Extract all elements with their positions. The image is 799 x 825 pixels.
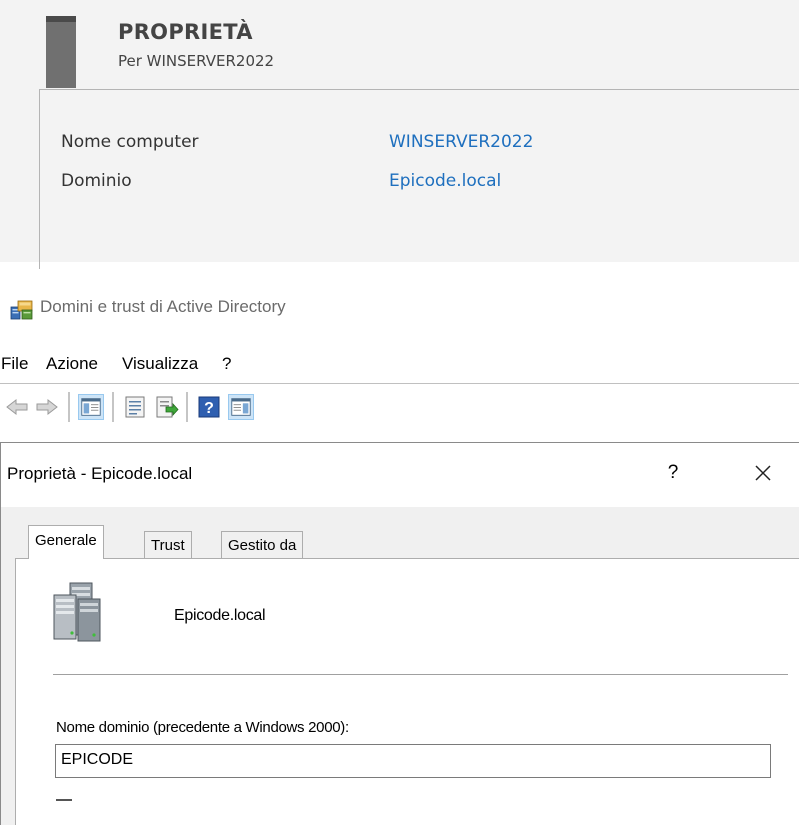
- netbios-name-field[interactable]: EPICODE: [55, 744, 771, 778]
- dialog-help-button[interactable]: ?: [663, 462, 683, 486]
- domain-label: Dominio: [61, 171, 132, 191]
- next-label-fragment: [56, 799, 72, 807]
- toolbar-separator: [186, 392, 188, 422]
- domain-link[interactable]: Epicode.local: [389, 171, 501, 191]
- forward-icon[interactable]: [34, 394, 60, 420]
- netbios-name-label: Nome dominio (precedente a Windows 2000)…: [56, 719, 349, 736]
- ad-domains-trusts-icon: [10, 300, 33, 320]
- menu-separator: [0, 383, 799, 384]
- computer-name-label: Nome computer: [61, 132, 199, 152]
- menu-bar: File Azione Visualizza ?: [0, 348, 799, 378]
- dialog-title: Proprietà - Epicode.local: [7, 464, 193, 483]
- tab-gestito-da[interactable]: Gestito da: [221, 531, 304, 559]
- properties-icon[interactable]: [122, 394, 148, 420]
- app-titlebar: Domini e trust di Active Directory: [0, 290, 799, 330]
- back-icon[interactable]: [4, 394, 30, 420]
- properties-tile-icon: [46, 16, 76, 88]
- properties-subtitle: Per WINSERVER2022: [118, 52, 275, 70]
- svg-text:?: ?: [204, 400, 214, 417]
- tab-trust[interactable]: Trust: [144, 531, 192, 559]
- toolbar: ?: [0, 388, 799, 426]
- domain-servers-icon: [53, 582, 101, 642]
- menu-visualizza[interactable]: Visualizza: [122, 354, 198, 374]
- tab-page-generale: Epicode.local Nome dominio (precedente a…: [15, 558, 799, 825]
- menu-file[interactable]: File: [1, 354, 28, 374]
- domain-name: Epicode.local: [174, 607, 266, 624]
- app-title: Domini e trust di Active Directory: [40, 297, 286, 316]
- show-action-pane-icon[interactable]: [228, 394, 254, 420]
- export-list-icon[interactable]: [154, 394, 180, 420]
- menu-help[interactable]: ?: [222, 354, 231, 374]
- menu-azione[interactable]: Azione: [46, 354, 98, 374]
- show-console-tree-icon[interactable]: [78, 394, 104, 420]
- toolbar-separator: [68, 392, 70, 422]
- close-icon[interactable]: [750, 460, 776, 486]
- properties-dialog: Proprietà - Epicode.local ? Generale Tru…: [0, 442, 799, 825]
- computer-name-link[interactable]: WINSERVER2022: [389, 132, 533, 152]
- properties-title: PROPRIETÀ: [118, 20, 253, 44]
- tab-strip: Generale Trust Gestito da: [1, 525, 799, 559]
- dialog-titlebar: Proprietà - Epicode.local ?: [1, 443, 799, 507]
- toolbar-separator: [112, 392, 114, 422]
- server-properties-panel: PROPRIETÀ Per WINSERVER2022 Nome compute…: [0, 0, 799, 269]
- section-divider: [53, 674, 788, 675]
- help-icon[interactable]: ?: [196, 394, 222, 420]
- tab-generale[interactable]: Generale: [28, 525, 104, 559]
